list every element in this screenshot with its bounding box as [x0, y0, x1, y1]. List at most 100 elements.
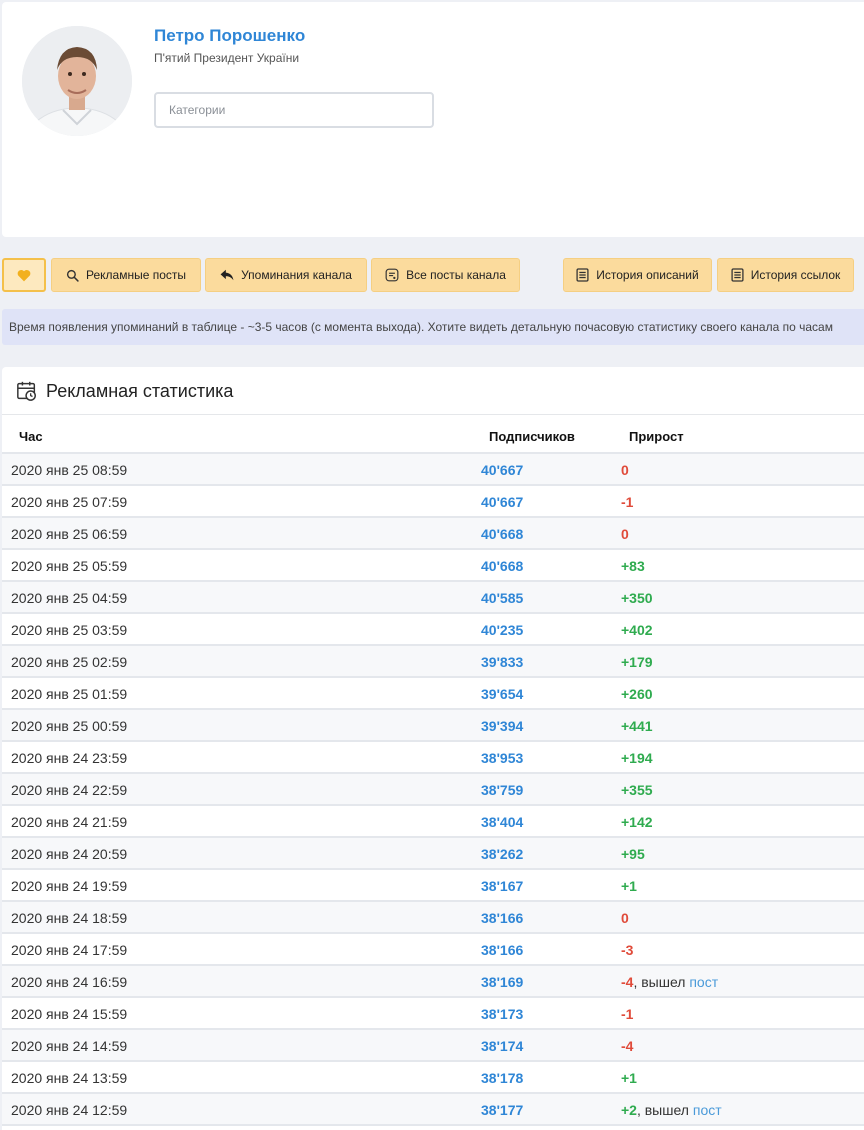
row-growth-value: 0 [621, 462, 629, 478]
info-banner: Время появления упоминаний в таблице - ~… [2, 309, 864, 345]
row-growth: +441 [621, 718, 653, 734]
table-row: 2020 янв 24 18:59 38'166 0 [2, 902, 864, 934]
row-subscribers: 38'759 [481, 782, 524, 798]
row-subscribers: 38'167 [481, 878, 524, 894]
table-row: 2020 янв 24 15:59 38'173 -1 [2, 998, 864, 1030]
posts-icon [385, 268, 399, 282]
row-subscribers: 39'394 [481, 718, 524, 734]
row-growth: +350 [621, 590, 653, 606]
table-row: 2020 янв 25 00:59 39'394 +441 [2, 710, 864, 742]
row-note: , вышел [633, 974, 690, 990]
channel-name-link[interactable]: Петро Порошенко [154, 26, 305, 46]
table-row: 2020 янв 25 02:59 39'833 +179 [2, 646, 864, 678]
row-growth: 0 [621, 526, 629, 542]
row-time: 2020 янв 24 14:59 [11, 1038, 128, 1054]
category-input[interactable] [154, 92, 434, 128]
row-subscribers: 38'953 [481, 750, 524, 766]
row-growth: +1 [621, 878, 637, 894]
row-subscribers: 40'667 [481, 494, 524, 510]
row-time: 2020 янв 24 22:59 [11, 782, 128, 798]
ad-stats-panel: Рекламная статистика Час Подписчиков При… [2, 367, 864, 1130]
row-growth: +95 [621, 846, 645, 862]
column-header-growth[interactable]: Прирост [629, 429, 684, 444]
favorite-button[interactable] [2, 258, 46, 292]
row-growth-value: +402 [621, 622, 653, 638]
row-growth: -1 [621, 494, 633, 510]
mentions-button[interactable]: Упоминания канала [205, 258, 367, 292]
table-row: 2020 янв 25 07:59 40'667 -1 [2, 486, 864, 518]
row-time: 2020 янв 24 16:59 [11, 974, 128, 990]
row-growth: +2, вышел пост [621, 1102, 722, 1118]
table-row: 2020 янв 25 09:5940'668-1 [2, 447, 864, 454]
row-subscribers: 40'667 [481, 462, 524, 478]
description-history-label: История описаний [596, 268, 699, 282]
column-header-time[interactable]: Час [19, 429, 43, 444]
row-subscribers: 38'262 [481, 846, 524, 862]
stats-title: Рекламная статистика [46, 381, 234, 401]
row-time: 2020 янв 25 05:59 [11, 558, 128, 574]
table-row: 2020 янв 25 08:59 40'667 0 [2, 454, 864, 486]
table-row: 2020 янв 24 12:59 38'177 +2, вышел пост [2, 1094, 864, 1126]
row-growth-value: 0 [621, 526, 629, 542]
row-post-link[interactable]: пост [689, 974, 718, 990]
calendar-stats-icon [17, 381, 36, 401]
table-row: 2020 янв 24 23:59 38'953 +194 [2, 742, 864, 774]
row-growth-value: +441 [621, 718, 653, 734]
link-history-label: История ссылок [750, 268, 841, 282]
column-header-subscribers[interactable]: Подписчиков [489, 429, 575, 444]
table-row: 2020 янв 24 17:59 38'166 -3 [2, 934, 864, 966]
row-time: 2020 янв 25 01:59 [11, 686, 128, 702]
table-row: 2020 янв 24 21:59 38'404 +142 [2, 806, 864, 838]
stats-header: Рекламная статистика [2, 367, 864, 415]
row-growth-value: +95 [621, 846, 645, 862]
link-history-button[interactable]: История ссылок [717, 258, 854, 292]
row-time: 2020 янв 25 03:59 [11, 622, 128, 638]
row-subscribers: 38'169 [481, 974, 524, 990]
row-subscribers: 39'654 [481, 686, 524, 702]
all-posts-button[interactable]: Все посты канала [371, 258, 520, 292]
row-growth: +1 [621, 1070, 637, 1086]
row-note: , вышел [636, 1102, 693, 1118]
row-time: 2020 янв 25 04:59 [11, 590, 128, 606]
list-icon [576, 268, 589, 282]
avatar-image [22, 26, 132, 136]
row-time: 2020 янв 24 12:59 [11, 1102, 128, 1118]
row-time: 2020 янв 25 07:59 [11, 494, 128, 510]
ads-posts-button[interactable]: Рекламные посты [51, 258, 201, 292]
row-growth-value: -4 [621, 1038, 634, 1054]
row-time: 2020 янв 24 20:59 [11, 846, 128, 862]
channel-avatar [22, 26, 132, 136]
table-row: 2020 янв 25 06:59 40'668 0 [2, 518, 864, 550]
row-growth: -4 [621, 1038, 633, 1054]
heart-icon [17, 269, 31, 281]
row-growth: +402 [621, 622, 653, 638]
row-growth-value: +179 [621, 654, 653, 670]
table-row: 2020 янв 24 14:59 38'174 -4 [2, 1030, 864, 1062]
row-growth: -1 [621, 1006, 633, 1022]
table-row: 2020 янв 24 22:59 38'759 +355 [2, 774, 864, 806]
row-growth-value: -1 [621, 1006, 634, 1022]
table-row: 2020 янв 25 05:59 40'668 +83 [2, 550, 864, 582]
row-post-link[interactable]: пост [693, 1102, 722, 1118]
row-time: 2020 янв 24 19:59 [11, 878, 128, 894]
row-growth-value: -3 [621, 942, 634, 958]
row-time: 2020 янв 24 21:59 [11, 814, 128, 830]
row-growth: +194 [621, 750, 653, 766]
row-time: 2020 янв 24 18:59 [11, 910, 128, 926]
row-growth: -4, вышел пост [621, 974, 718, 990]
row-growth: +83 [621, 558, 645, 574]
row-growth-value: +260 [621, 686, 653, 702]
row-growth: +179 [621, 654, 653, 670]
row-growth-value: +350 [621, 590, 653, 606]
stats-table-body[interactable]: 2020 янв 25 09:5940'668-12020 янв 25 08:… [2, 447, 864, 1130]
row-time: 2020 янв 24 23:59 [11, 750, 128, 766]
description-history-button[interactable]: История описаний [563, 258, 712, 292]
reply-icon [220, 269, 234, 281]
row-growth-value: +1 [621, 1070, 637, 1086]
row-growth-value: -1 [621, 494, 634, 510]
row-subscribers: 38'166 [481, 942, 524, 958]
row-time: 2020 янв 25 00:59 [11, 718, 128, 734]
search-icon [66, 269, 79, 282]
row-subscribers: 38'173 [481, 1006, 524, 1022]
table-row: 2020 янв 25 03:59 40'235 +402 [2, 614, 864, 646]
